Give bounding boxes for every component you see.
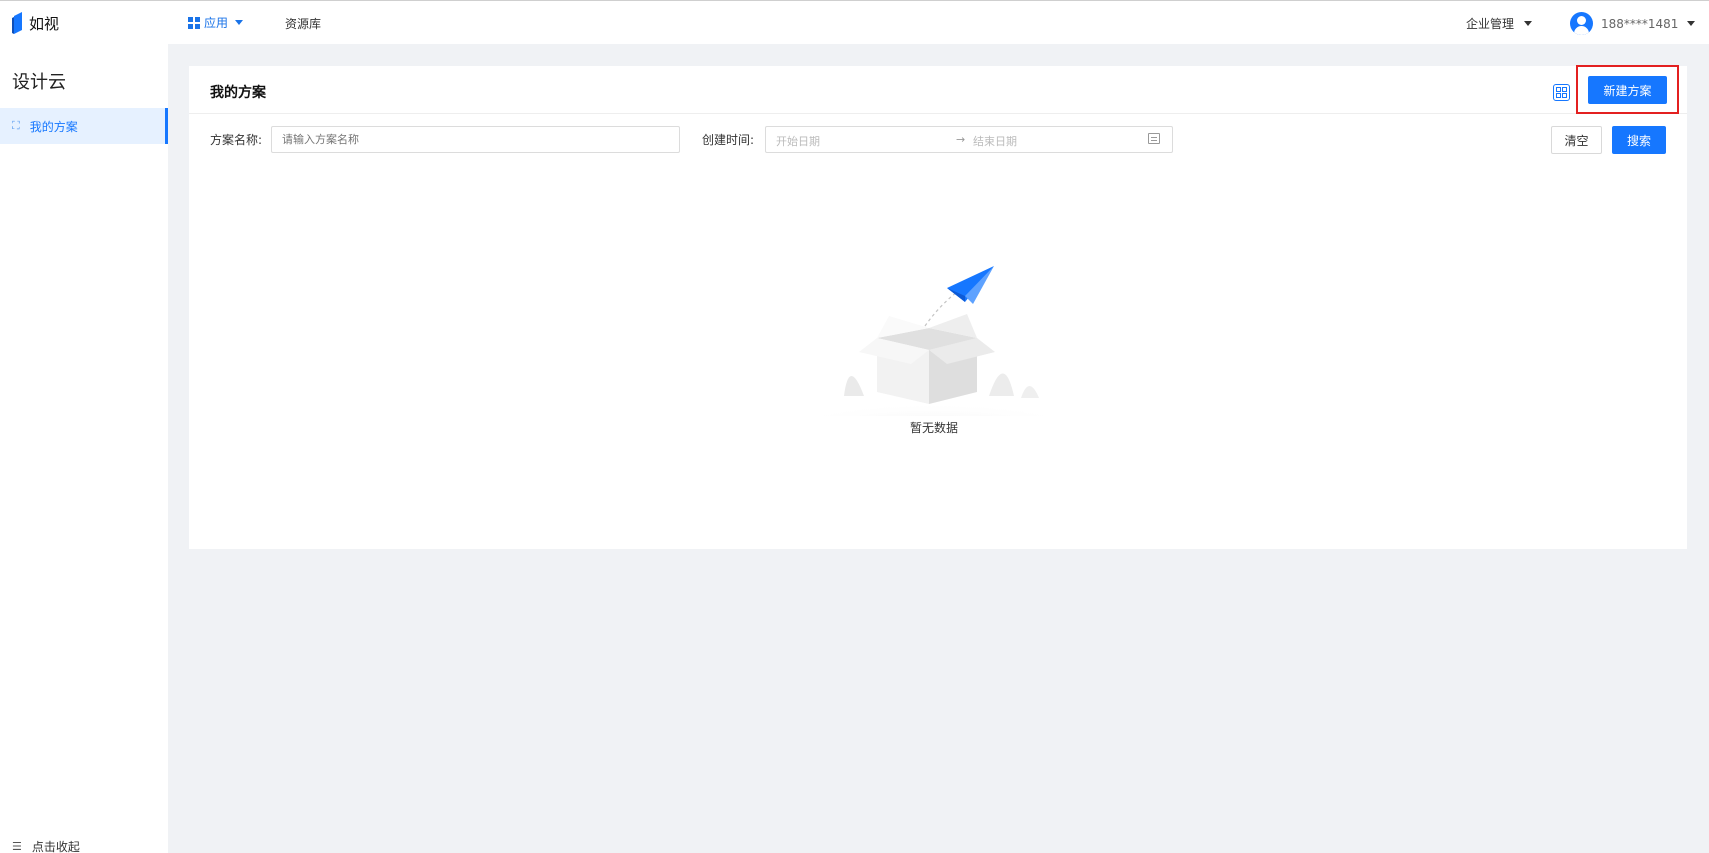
nav-app-menu[interactable]: 应用 [188, 14, 244, 31]
main-panel: 我的方案 新建方案 方案名称: 创建时间: 开始日期 → 结束日期 清空 搜索 [189, 65, 1687, 549]
sidebar: 设计云 ⛶ 我的方案 ☰ 点击收起 [0, 44, 168, 853]
new-plan-button[interactable]: 新建方案 [1588, 76, 1667, 104]
calendar-icon [1148, 133, 1160, 144]
chevron-down-icon [235, 20, 244, 25]
brand-logo[interactable]: 如视 [12, 12, 59, 34]
collapse-menu-icon: ☰ [12, 840, 22, 853]
user-menu[interactable]: 188****1481 [1570, 12, 1696, 35]
page-title: 我的方案 [210, 85, 266, 101]
start-date-placeholder: 开始日期 [776, 135, 820, 148]
empty-box-illustration [794, 266, 1074, 416]
grid-view-icon[interactable] [1553, 84, 1570, 101]
create-time-label: 创建时间: [702, 133, 755, 147]
nav-enterprise-label: 企业管理 [1466, 17, 1515, 31]
chevron-down-icon [1687, 21, 1696, 26]
apps-grid-icon [188, 16, 200, 29]
panel-header: 我的方案 新建方案 [189, 65, 1687, 114]
cube-icon: ⛶ [12, 119, 20, 132]
nav-enterprise-menu[interactable]: 企业管理 [1466, 15, 1533, 32]
plan-name-input[interactable] [271, 126, 680, 153]
date-range-picker[interactable]: 开始日期 → 结束日期 [765, 126, 1173, 153]
clear-button[interactable]: 清空 [1551, 126, 1602, 154]
search-button[interactable]: 搜索 [1612, 126, 1666, 154]
nav-resources-link[interactable]: 资源库 [285, 15, 321, 32]
sidebar-collapse-button[interactable]: ☰ 点击收起 [12, 838, 80, 853]
empty-text: 暂无数据 [909, 421, 958, 435]
sidebar-item-label: 我的方案 [29, 119, 78, 134]
nav-app-label: 应用 [204, 16, 229, 30]
sidebar-title: 设计云 [12, 72, 66, 93]
end-date-placeholder: 结束日期 [973, 135, 1017, 148]
avatar [1570, 12, 1593, 35]
arrow-right-icon: → [956, 133, 966, 146]
brand-name: 如视 [29, 14, 60, 33]
highlight-box: 新建方案 [1576, 65, 1679, 114]
filter-bar: 方案名称: 创建时间: 开始日期 → 结束日期 清空 搜索 [189, 126, 1687, 154]
plan-name-label: 方案名称: [210, 133, 263, 147]
user-phone: 188****1481 [1601, 16, 1679, 31]
chevron-down-icon [1524, 21, 1533, 26]
logo-icon [12, 12, 22, 34]
sidebar-item-my-plans[interactable]: ⛶ 我的方案 [0, 108, 168, 144]
sidebar-collapse-label: 点击收起 [31, 840, 80, 853]
top-navbar: 如视 应用 资源库 企业管理 188****1481 [0, 0, 1709, 44]
empty-state: 暂无数据 [789, 246, 1079, 446]
